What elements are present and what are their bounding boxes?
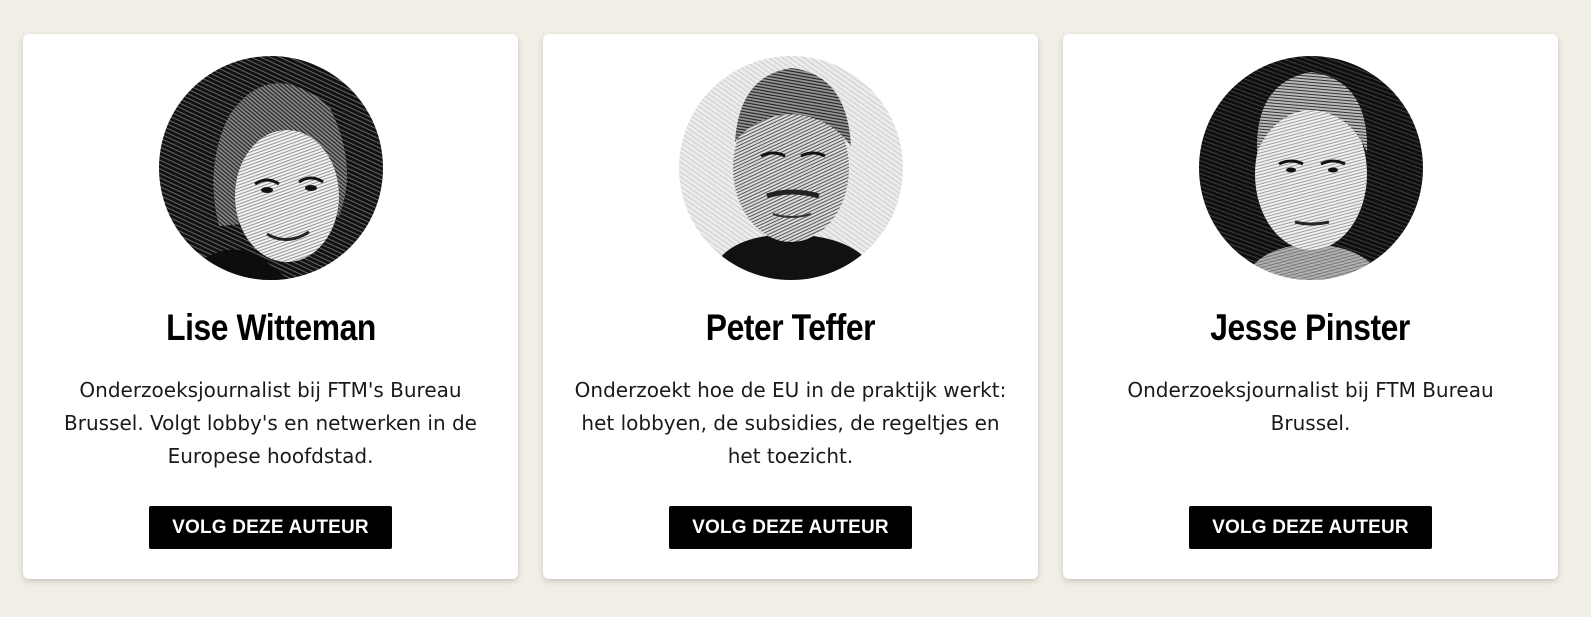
portrait-image (678, 56, 903, 280)
author-bio: Onderzoekt hoe de EU in de praktijk werk… (574, 378, 1007, 468)
portrait-image (158, 56, 383, 280)
author-card: Peter Teffer Onderzoekt hoe de EU in de … (543, 34, 1038, 579)
author-avatar (1198, 56, 1423, 280)
author-name: Jesse Pinster (1210, 307, 1411, 348)
author-bio: Onderzoeksjournalist bij FTM's Bureau Br… (64, 378, 477, 468)
follow-author-button[interactable]: VOLG DEZE AUTEUR (149, 506, 392, 549)
portrait-image (1198, 56, 1423, 280)
author-card: Jesse Pinster Onderzoeksjournalist bij F… (1063, 34, 1558, 579)
author-bio: Onderzoeksjournalist bij FTM Bureau Brus… (1127, 378, 1494, 435)
follow-author-button[interactable]: VOLG DEZE AUTEUR (1189, 506, 1432, 549)
author-avatar (678, 56, 903, 280)
author-avatar (158, 56, 383, 280)
author-card: Lise Witteman Onderzoeksjournalist bij F… (23, 34, 518, 579)
author-name: Peter Teffer (705, 307, 876, 348)
follow-author-button[interactable]: VOLG DEZE AUTEUR (669, 506, 912, 549)
author-cards: Lise Witteman Onderzoeksjournalist bij F… (23, 34, 1558, 579)
author-name: Lise Witteman (165, 307, 376, 348)
